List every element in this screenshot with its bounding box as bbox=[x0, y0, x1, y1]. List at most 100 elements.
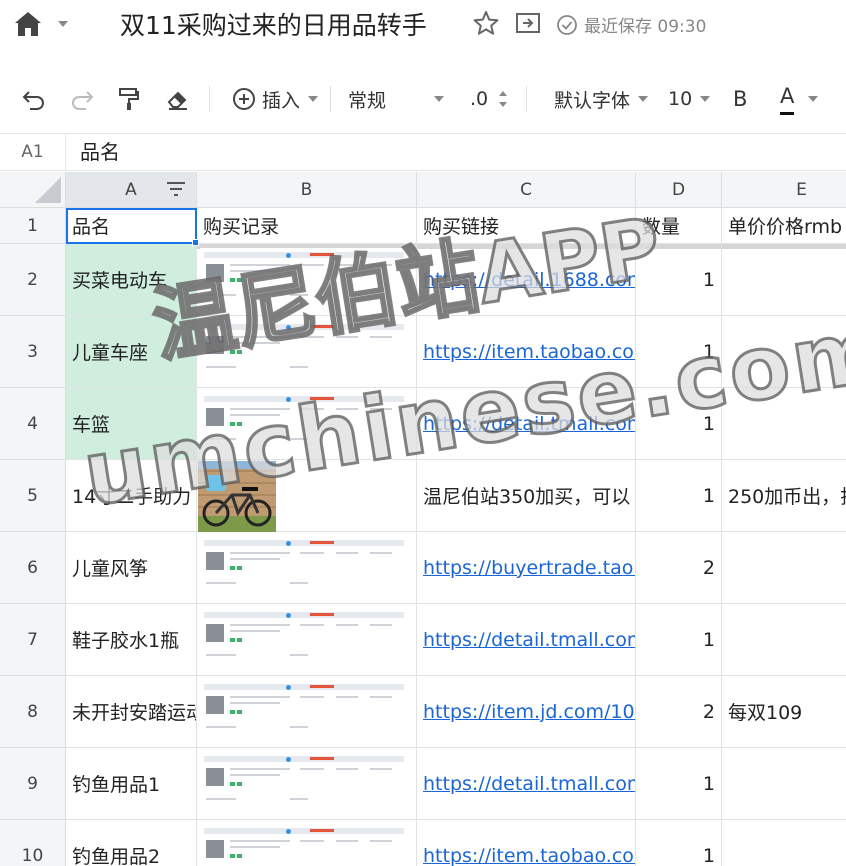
cell-d-1[interactable]: 数量 bbox=[636, 208, 722, 244]
cell-e-1[interactable]: 单价价格rmb bbox=[722, 208, 846, 244]
formula-input[interactable]: 品名 bbox=[80, 134, 120, 171]
order-screenshot-thumbnail[interactable] bbox=[200, 248, 412, 312]
chevron-down-icon bbox=[434, 96, 444, 102]
cell-e-8[interactable]: 每双109 bbox=[722, 676, 846, 748]
cell-d-9[interactable]: 1 bbox=[636, 748, 722, 820]
plus-circle-icon bbox=[233, 88, 255, 110]
filter-icon[interactable] bbox=[166, 181, 186, 199]
cell-d-10[interactable]: 1 bbox=[636, 820, 722, 866]
cell-e-3[interactable] bbox=[722, 316, 846, 388]
redo-button[interactable] bbox=[70, 72, 94, 126]
cell-d-3[interactable]: 1 bbox=[636, 316, 722, 388]
decimal-places-control[interactable]: .0 bbox=[470, 72, 508, 126]
document-title[interactable]: 双11采购过来的日用品转手 bbox=[120, 6, 427, 42]
cell-c-3[interactable]: https://item.taobao.com/ bbox=[417, 316, 636, 388]
undo-button[interactable] bbox=[22, 72, 46, 126]
cell-c-10[interactable]: https://item.taobao.com/ bbox=[417, 820, 636, 866]
cell-e-10[interactable]: 3 bbox=[722, 820, 846, 866]
cell-c-7[interactable]: https://detail.tmall.com/it bbox=[417, 604, 636, 676]
cell-a-10[interactable]: 钓鱼用品2 bbox=[66, 820, 197, 866]
row-header[interactable]: 10 bbox=[0, 820, 66, 866]
cell-reference[interactable]: A1 bbox=[0, 134, 66, 171]
fill-handle[interactable] bbox=[192, 239, 199, 246]
cell-c-4[interactable]: https://detail.tmall.com/it bbox=[417, 388, 636, 460]
insert-label: 插入 bbox=[262, 89, 301, 112]
cell-c-5[interactable]: 温尼伯站350加买，可以 bbox=[417, 460, 636, 532]
order-screenshot-thumbnail[interactable] bbox=[200, 824, 412, 866]
stepper-arrows-icon[interactable] bbox=[498, 87, 508, 111]
bike-photo[interactable] bbox=[198, 461, 276, 532]
star-icon[interactable] bbox=[473, 10, 499, 36]
cell-e-4[interactable] bbox=[722, 388, 846, 460]
cell-e-6[interactable]: 20 bbox=[722, 532, 846, 604]
column-header-e[interactable]: E bbox=[722, 172, 846, 208]
cell-e-2[interactable]: 19 bbox=[722, 244, 846, 316]
cell-e-7[interactable]: 2 bbox=[722, 604, 846, 676]
order-screenshot-thumbnail[interactable] bbox=[200, 752, 412, 816]
cell-a-8[interactable]: 未开封安踏运动 bbox=[66, 676, 197, 748]
row-header[interactable]: 7 bbox=[0, 604, 66, 676]
cell-a-6[interactable]: 儿童风筝 bbox=[66, 532, 197, 604]
chevron-down-icon bbox=[638, 96, 649, 102]
insert-menu[interactable]: 插入 bbox=[232, 72, 319, 126]
font-size-label: 10 bbox=[668, 88, 693, 110]
order-screenshot-thumbnail[interactable] bbox=[200, 608, 412, 672]
cell-c-1[interactable]: 购买链接 bbox=[417, 208, 636, 244]
cell-d-5[interactable]: 1 bbox=[636, 460, 722, 532]
cell-c-2[interactable]: https://detail.1688.com/o bbox=[417, 244, 636, 316]
font-family-select[interactable]: 默认字体 bbox=[554, 72, 649, 126]
redo-icon bbox=[72, 91, 94, 110]
home-button[interactable] bbox=[14, 10, 70, 38]
row-header[interactable]: 1 bbox=[0, 208, 66, 244]
cell-d-7[interactable]: 1 bbox=[636, 604, 722, 676]
row-header[interactable]: 2 bbox=[0, 244, 66, 316]
cell-a-3[interactable]: 儿童车座 bbox=[66, 316, 197, 388]
toolbar-divider bbox=[209, 86, 210, 112]
column-header-c[interactable]: C bbox=[417, 172, 636, 208]
column-header-d[interactable]: D bbox=[636, 172, 722, 208]
row-header[interactable]: 4 bbox=[0, 388, 66, 460]
cell-e-5[interactable]: 250加币出，拒 bbox=[722, 460, 846, 532]
cell-d-2[interactable]: 1 bbox=[636, 244, 722, 316]
text-color-button[interactable]: A bbox=[780, 72, 819, 126]
font-size-select[interactable]: 10 bbox=[668, 72, 711, 126]
cell-a-7[interactable]: 鞋子胶水1瓶 bbox=[66, 604, 197, 676]
cell-b-1[interactable]: 购买记录 bbox=[197, 208, 417, 244]
cell-c-8[interactable]: https://item.jd.com/1000 bbox=[417, 676, 636, 748]
cell-d-8[interactable]: 2 bbox=[636, 676, 722, 748]
row-header[interactable]: 9 bbox=[0, 748, 66, 820]
cell-a-4[interactable]: 车篮 bbox=[66, 388, 197, 460]
row-header[interactable]: 5 bbox=[0, 460, 66, 532]
number-format-select[interactable]: 常规 bbox=[348, 72, 444, 126]
column-header-b[interactable]: B bbox=[197, 172, 417, 208]
order-screenshot-thumbnail[interactable] bbox=[200, 392, 412, 456]
cell-c-9[interactable]: https://detail.tmall.com/it bbox=[417, 748, 636, 820]
check-circle-icon bbox=[557, 14, 577, 35]
column-label: D bbox=[671, 180, 686, 200]
order-screenshot-thumbnail[interactable] bbox=[200, 536, 412, 600]
order-screenshot-thumbnail[interactable] bbox=[200, 320, 412, 384]
order-screenshot-thumbnail[interactable] bbox=[200, 680, 412, 744]
row-header[interactable]: 3 bbox=[0, 316, 66, 388]
row-header[interactable]: 8 bbox=[0, 676, 66, 748]
cell-c-6[interactable]: https://buyertrade.taoba bbox=[417, 532, 636, 604]
move-to-folder-icon[interactable] bbox=[515, 11, 541, 35]
cell-a-9[interactable]: 钓鱼用品1 bbox=[66, 748, 197, 820]
cell-d-4[interactable]: 1 bbox=[636, 388, 722, 460]
font-family-label: 默认字体 bbox=[554, 89, 631, 112]
bold-label: B bbox=[733, 87, 748, 111]
clear-format-button[interactable] bbox=[166, 72, 190, 126]
cell-a-5[interactable]: 14寸二手助力 bbox=[66, 460, 197, 532]
bold-button[interactable]: B bbox=[733, 72, 747, 126]
row-header[interactable]: 6 bbox=[0, 532, 66, 604]
undo-icon bbox=[22, 91, 44, 110]
cell-e-9[interactable]: 34 bbox=[722, 748, 846, 820]
select-all-corner[interactable] bbox=[0, 172, 66, 208]
format-painter-button[interactable] bbox=[118, 72, 140, 126]
cell-a-2[interactable]: 买菜电动车 bbox=[66, 244, 197, 316]
chevron-down-icon[interactable] bbox=[808, 96, 819, 102]
toolbar-divider bbox=[526, 86, 527, 112]
number-format-label: 常规 bbox=[348, 89, 387, 112]
cell-d-6[interactable]: 2 bbox=[636, 532, 722, 604]
column-header-a[interactable]: A bbox=[66, 172, 197, 208]
